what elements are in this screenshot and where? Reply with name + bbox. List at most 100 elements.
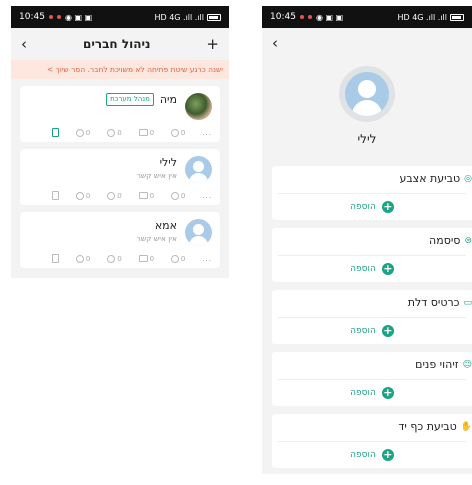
- password-icon: ⊜: [464, 235, 472, 246]
- section-card: כרטיס דלת ▭ הוספה +: [272, 290, 472, 344]
- admin-badge: מנהל מערכת: [106, 93, 154, 106]
- section-title: טביעת אצבע: [399, 172, 461, 185]
- face-icon: [170, 254, 179, 263]
- count: 0: [180, 254, 186, 263]
- top-bar: ‹: [262, 28, 472, 58]
- member-contact: אין איש קשר: [136, 171, 177, 180]
- fingerprint-icon: [75, 128, 84, 137]
- section-fingerprint: טביעת אצבע ◎ הוספה +: [272, 166, 472, 220]
- fingerprint-icon: ◎: [464, 173, 472, 184]
- avatar: [185, 93, 212, 120]
- plus-icon: +: [381, 262, 394, 275]
- count: 0: [180, 191, 186, 200]
- plus-icon: +: [381, 386, 394, 399]
- section-password: סיסמה ⊜ הוספה +: [272, 228, 472, 282]
- more-icon[interactable]: ...: [202, 192, 212, 200]
- password-icon: [107, 128, 116, 137]
- notification-dot: [307, 15, 312, 19]
- app-icons: ◉ ▣ ▣: [315, 12, 344, 22]
- password-icon: [107, 254, 116, 263]
- status-bar: 10:45 ◉ ▣ ▣ HD 4G .ıll .ıll: [262, 6, 472, 28]
- section-title: סיסמה: [429, 234, 461, 247]
- phone-icon: [52, 191, 59, 200]
- unassigned-banner[interactable]: ישנה כרגע שיטת פתיחה לא משויכת לחבר. הסר…: [11, 60, 229, 79]
- count: 0: [180, 128, 186, 137]
- count: 0: [149, 128, 155, 137]
- app-icons: ◉ ▣ ▣: [64, 12, 93, 22]
- chevron-left-icon[interactable]: ‹: [21, 36, 27, 52]
- profile-header: לילי: [262, 58, 472, 166]
- face-icon: [170, 191, 179, 200]
- member-detail-screen: 10:45 ◉ ▣ ▣ HD 4G .ıll .ıll ‹ לילי טביעת…: [262, 6, 472, 474]
- plus-icon: +: [381, 324, 394, 337]
- status-indicators: HD 4G .ıll .ıll: [154, 12, 204, 22]
- count: 0: [117, 128, 122, 137]
- count: 0: [85, 254, 91, 263]
- status-time: 10:45: [270, 12, 296, 22]
- add-label: הוספה: [350, 450, 376, 460]
- password-icon: [107, 191, 116, 200]
- card-icon: [138, 129, 148, 136]
- add-label: הוספה: [350, 264, 376, 274]
- chevron-left-icon[interactable]: ‹: [272, 34, 278, 52]
- face-icon: ☺: [462, 359, 472, 370]
- card-icon: [138, 255, 148, 262]
- member-name: לילי: [159, 156, 177, 169]
- battery-icon: [450, 13, 464, 21]
- status-time: 10:45: [19, 12, 45, 22]
- add-label: הוספה: [350, 326, 376, 336]
- add-label: הוספה: [350, 388, 376, 398]
- member-card[interactable]: אמא אין איש קשר 0 0 0 0 ...: [20, 212, 220, 268]
- section-palm: טביעת כף יד ✋ הוספה +: [272, 414, 472, 468]
- plus-icon[interactable]: +: [206, 36, 219, 52]
- fingerprint-icon: [75, 191, 84, 200]
- palm-icon: ✋: [460, 421, 472, 432]
- member-name: אמא: [154, 219, 177, 232]
- add-label: הוספה: [350, 202, 376, 212]
- count: 0: [85, 191, 91, 200]
- count: 0: [117, 191, 122, 200]
- status-indicators: HD 4G .ıll .ıll: [397, 12, 447, 22]
- member-card[interactable]: מיה מנהל מערכת 0 0 0 0 ...: [20, 86, 220, 142]
- member-card[interactable]: לילי אין איש קשר 0 0 0 0 ...: [20, 149, 220, 205]
- add-button[interactable]: הוספה +: [272, 318, 472, 344]
- face-icon: [170, 128, 179, 137]
- status-bar: 10:45 ◉ ▣ ▣ HD 4G .ıll .ıll: [11, 6, 229, 28]
- member-contact: אין איש קשר: [136, 234, 177, 243]
- section-title: כרטיס דלת: [407, 296, 460, 309]
- notification-dot: [48, 15, 53, 19]
- phone-icon: [52, 128, 59, 137]
- more-icon[interactable]: ...: [202, 255, 212, 263]
- page-title: ניהול חברים: [82, 37, 151, 51]
- credential-counts: 0 0 0 0 ...: [28, 128, 212, 137]
- avatar[interactable]: [339, 66, 395, 122]
- notification-dot: [299, 15, 304, 19]
- card-icon: [138, 192, 148, 199]
- count: 0: [117, 254, 122, 263]
- add-button[interactable]: הוספה +: [272, 442, 472, 468]
- avatar: [185, 219, 212, 246]
- fingerprint-icon: [75, 254, 84, 263]
- plus-icon: +: [381, 448, 394, 461]
- section-face: זיהוי פנים ☺ הוספה +: [272, 352, 472, 406]
- avatar: [185, 156, 212, 183]
- count: 0: [85, 128, 91, 137]
- member-management-screen: 10:45 ◉ ▣ ▣ HD 4G .ıll .ıll ‹ ניהול חברי…: [11, 6, 229, 278]
- add-button[interactable]: הוספה +: [272, 194, 472, 220]
- section-title: זיהוי פנים: [415, 358, 459, 371]
- more-icon[interactable]: ...: [202, 129, 212, 137]
- add-button[interactable]: הוספה +: [272, 380, 472, 406]
- top-bar: ‹ ניהול חברים +: [11, 28, 229, 60]
- notification-dot: [56, 15, 61, 19]
- plus-icon: +: [381, 200, 394, 213]
- credential-counts: 0 0 0 0 ...: [28, 191, 212, 200]
- count: 0: [149, 191, 155, 200]
- member-name: מיה: [159, 93, 177, 106]
- phone-icon: [52, 254, 59, 263]
- stage: 10:45 ◉ ▣ ▣ HD 4G .ıll .ıll ‹ ניהול חברי…: [0, 0, 472, 485]
- credential-counts: 0 0 0 0 ...: [28, 254, 212, 263]
- card-icon: ▭: [463, 297, 472, 308]
- battery-icon: [207, 13, 221, 21]
- add-button[interactable]: הוספה +: [272, 256, 472, 282]
- profile-name: לילי: [357, 132, 377, 146]
